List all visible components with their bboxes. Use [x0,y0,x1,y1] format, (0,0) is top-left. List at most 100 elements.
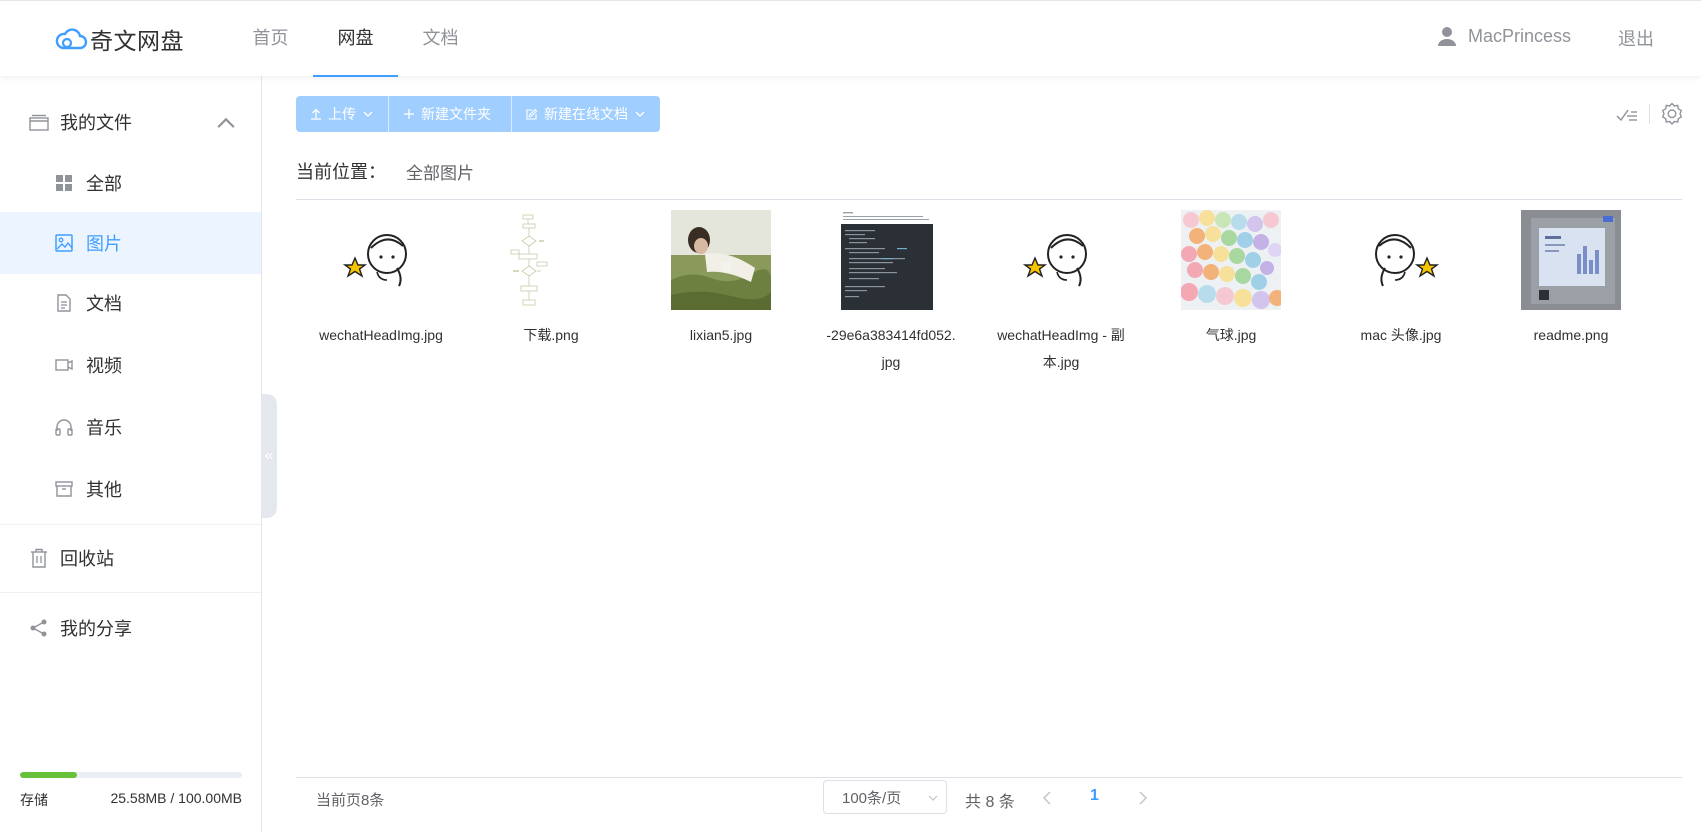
plus-icon [404,109,414,119]
top-nav: 首页 网盘 文档 [228,1,483,77]
collapse-icon: « [264,447,274,464]
grid-icon [56,175,72,191]
page-number-current[interactable]: 1 [1090,787,1099,805]
sidebar-item-label: 音乐 [86,418,122,438]
upload-button[interactable]: 上传 [296,96,389,132]
sidebar-divider [0,592,261,593]
file-grid: wechatHeadImg.jpg 下载.png lixian5.jpg -29… [296,210,1682,376]
action-toolbar: 上传 新建文件夹 新建在线文档 [296,96,660,132]
balloons-thumbnail-icon [1181,210,1281,310]
chevron-down-icon [928,795,938,801]
page-size-value: 100条/页 [842,789,902,807]
sidebar-item-other[interactable]: 其他 [0,458,261,520]
edit-icon [526,108,538,120]
file-name: lixian5.jpg [689,327,753,343]
new-online-doc-label: 新建在线文档 [544,106,628,122]
file-name: mac 头像.jpg [1360,327,1442,343]
sidebar-item-label: 文档 [86,294,122,314]
sidebar-item-videos[interactable]: 视频 [0,334,261,396]
headphones-icon [55,419,73,436]
sidebar-my-files-label: 我的文件 [60,113,132,133]
gear-icon[interactable] [1659,101,1685,127]
file-item[interactable]: readme.png [1486,210,1656,376]
file-item[interactable]: wechatHeadImg - 副本.jpg [976,210,1146,376]
sidebar-my-share[interactable]: 我的分享 [0,598,261,658]
new-folder-label: 新建文件夹 [421,106,491,122]
sidebar-share-label: 我的分享 [60,619,132,639]
sidebar-item-all[interactable]: 全部 [0,152,261,214]
prev-page-icon[interactable] [1040,789,1054,807]
storage-value: 25.58MB / 100.00MB [110,790,242,806]
batch-select-icon[interactable] [1614,101,1640,127]
total-count: 共 8 条 [965,794,1015,811]
sidebar: 我的文件 全部 图片 文档 视频 音乐 其他 回收站 我的分享 存储 25.58… [0,76,262,832]
user-icon [1438,27,1456,46]
next-page-icon[interactable] [1136,789,1150,807]
file-thumbnail [501,210,601,310]
file-item[interactable]: 气球.jpg [1146,210,1316,376]
image-icon [55,234,73,252]
sidebar-item-label: 图片 [86,234,122,254]
file-item[interactable]: mac 头像.jpg [1316,210,1486,376]
file-thumbnail [1181,210,1281,310]
sidebar-item-music[interactable]: 音乐 [0,396,261,458]
logout-button[interactable]: 退出 [1618,25,1654,51]
toolbar-separator [1649,104,1650,124]
new-folder-button[interactable]: 新建文件夹 [389,96,512,132]
sidebar-divider [0,524,261,525]
file-thumbnail [1351,210,1451,310]
file-name: 下载.png [523,327,579,343]
breadcrumb: 当前位置： 全部图片 [296,158,474,184]
storage-progress [20,772,242,778]
sidebar-recycle-label: 回收站 [60,549,114,569]
nav-netdisk[interactable]: 网盘 [313,1,398,77]
document-icon [57,294,71,312]
cloud-logo-icon [55,28,88,50]
file-name: wechatHeadImg - 副本.jpg [997,327,1125,370]
sidebar-item-label: 其他 [86,480,122,500]
sidebar-item-images[interactable]: 图片 [0,212,261,274]
nav-home[interactable]: 首页 [228,1,313,77]
trash-icon [31,548,47,568]
chevron-down-icon [363,111,373,117]
file-name: wechatHeadImg.jpg [319,327,443,343]
footer-divider [296,777,1682,778]
sidebar-my-files[interactable]: 我的文件 [0,92,261,152]
file-item[interactable]: wechatHeadImg.jpg [296,210,466,376]
file-item[interactable]: lixian5.jpg [636,210,806,376]
nav-docs[interactable]: 文档 [398,1,483,77]
page-size-select[interactable]: 100条/页 [823,780,947,814]
file-name: readme.png [1533,327,1609,343]
file-thumbnail [1521,210,1621,310]
upload-label: 上传 [328,106,356,122]
archive-box-icon [55,481,73,497]
file-item[interactable]: -29e6a383414fd052.jpg [806,210,976,376]
chevron-up-icon[interactable] [215,113,237,135]
breadcrumb-divider [296,199,1682,200]
file-thumbnail [1011,210,1111,310]
upload-icon [311,108,321,120]
photo-thumbnail-icon [671,210,771,310]
page-item-count: 当前页8条 [316,792,385,809]
breadcrumb-label: 当前位置： [296,162,386,182]
sidebar-collapse-button[interactable]: « [261,394,277,518]
user-menu[interactable]: MacPrincess [1436,25,1571,47]
breadcrumb-current[interactable]: 全部图片 [406,159,474,184]
storage-label: 存储 [20,792,48,808]
sidebar-item-label: 视频 [86,356,122,376]
sidebar-item-documents[interactable]: 文档 [0,272,261,334]
share-icon [30,619,47,637]
avatar-thumbnail-icon [342,234,407,287]
file-item[interactable]: 下载.png [466,210,636,376]
chevron-down-icon [635,111,645,117]
logo-text: 奇文网盘 [90,28,184,54]
new-online-doc-button[interactable]: 新建在线文档 [512,96,660,132]
folder-stack-icon [29,114,49,131]
screenshot-thumbnail-icon [1521,210,1621,310]
logo[interactable]: 奇文网盘 [54,23,184,55]
avatar-thumbnail-icon [1022,234,1087,287]
screenshot-thumbnail-icon [841,210,941,310]
sidebar-item-label: 全部 [86,174,122,194]
storage-progress-fill [20,772,77,778]
sidebar-recycle-bin[interactable]: 回收站 [0,528,261,588]
